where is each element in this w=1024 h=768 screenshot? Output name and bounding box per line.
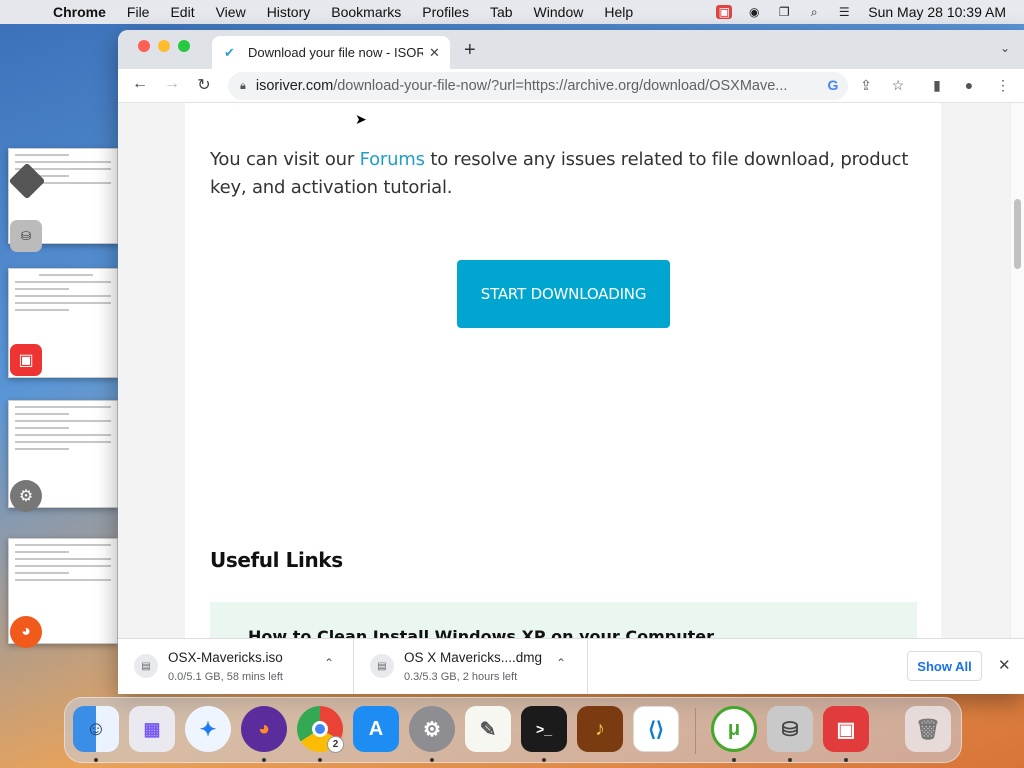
download-filename: OS X Mavericks....dmg (404, 650, 543, 665)
running-indicator (788, 758, 792, 762)
useful-links-heading: Useful Links (210, 548, 343, 572)
running-indicator (94, 758, 98, 762)
browser-toolbar: ← → ↻ 🔒︎ isoriver.com/download-your-file… (118, 69, 1024, 103)
parallels-status-icon[interactable]: ▣ (716, 5, 733, 19)
running-indicator (732, 758, 736, 762)
menu-profiles[interactable]: Profiles (422, 4, 469, 20)
vscode-dock-icon[interactable]: ⟨⟩ (633, 706, 679, 752)
garageband-dock-icon[interactable]: ♪ (577, 706, 623, 752)
url-path: /download-your-file-now/?url=https://arc… (333, 78, 788, 94)
control-center-icon[interactable]: ☰ (836, 5, 852, 19)
disk-utility-icon[interactable]: ⛁ (10, 220, 42, 252)
zoom-window-button[interactable] (178, 40, 190, 52)
download-filename: OSX-Mavericks.iso (168, 650, 283, 665)
dock-separator (695, 708, 696, 754)
google-translate-icon[interactable]: G (824, 77, 842, 93)
trash-dock-icon[interactable]: 🗑︎ (905, 706, 951, 752)
menu-tab[interactable]: Tab (490, 4, 513, 20)
forums-paragraph: You can visit our Forums to resolve any … (210, 146, 930, 202)
parallels-app-icon[interactable]: ▣ (10, 344, 42, 376)
forums-link[interactable]: Forums (360, 149, 425, 170)
file-icon: ▤ (370, 654, 394, 678)
running-indicator (262, 758, 266, 762)
useful-link-title[interactable]: How to Clean Install Windows XP on your … (248, 627, 714, 638)
new-tab-button[interactable]: + (464, 39, 476, 62)
dock: ☺ ▦ ✦ ◕ 2 A ⚙ ✎ >_ ♪ ⟨⟩ μ ⛁ ▣ 🗑︎ (64, 697, 962, 763)
launchpad-dock-icon[interactable]: ▦ (129, 706, 175, 752)
window-status-icon[interactable]: ❐ (776, 5, 792, 19)
page-viewport: You can visit our Forums to resolve any … (118, 103, 1024, 638)
useful-link-item[interactable]: How to Clean Install Windows XP on your … (210, 602, 917, 638)
minimize-window-button[interactable] (158, 40, 170, 52)
start-downloading-button[interactable]: START DOWNLOADING (457, 260, 670, 328)
wordpress-status-icon[interactable]: ◉ (746, 5, 762, 19)
utorrent-dock-icon[interactable]: μ (711, 706, 757, 752)
system-settings-icon[interactable]: ⚙ (10, 480, 42, 512)
para-text-before: You can visit our (210, 149, 360, 170)
chrome-menu-icon[interactable]: ⋮ (994, 77, 1012, 94)
menu-app-name[interactable]: Chrome (53, 4, 106, 20)
app-store-dock-icon[interactable]: A (353, 706, 399, 752)
share-icon[interactable]: ⇪ (857, 77, 875, 94)
active-tab[interactable]: ✔ Download your file now - ISORIVER ✕ (212, 36, 450, 69)
menu-bar: Chrome File Edit View History Bookmarks … (0, 0, 1024, 24)
spotlight-search-icon[interactable]: ⌕ (806, 5, 822, 19)
parallels-dock-icon[interactable]: ▣ (823, 706, 869, 752)
tab-title: Download your file now - ISORIVER (248, 45, 423, 60)
mouse-pointer-icon: ➤ (355, 111, 367, 127)
download-item[interactable]: ▤ OS X Mavericks....dmg 0.3/5.3 GB, 2 ho… (354, 639, 588, 694)
system-settings-dock-icon[interactable]: ⚙ (409, 706, 455, 752)
side-panel-icon[interactable]: ▮ (928, 77, 946, 94)
download-status: 0.0/5.1 GB, 58 mins left (168, 671, 283, 683)
site-favicon-icon: ✔ (224, 44, 235, 60)
running-indicator (430, 758, 434, 762)
profile-avatar-icon[interactable]: ● (960, 77, 978, 93)
content-card: You can visit our Forums to resolve any … (185, 103, 941, 638)
browser-window: ✔ Download your file now - ISORIVER ✕ + … (118, 30, 1024, 694)
chrome-badge: 2 (327, 736, 344, 753)
running-indicator (844, 758, 848, 762)
chrome-dock-icon[interactable]: 2 (297, 706, 344, 753)
boot-camp-assistant-dock-icon[interactable]: ⛁ (767, 706, 813, 752)
close-window-button[interactable] (138, 40, 150, 52)
menu-history[interactable]: History (267, 4, 311, 20)
tab-close-icon[interactable]: ✕ (429, 45, 440, 61)
firefox-app-icon[interactable]: ◕ (10, 616, 42, 648)
menubar-clock[interactable]: Sun May 28 10:39 AM (868, 4, 1006, 20)
address-url[interactable]: isoriver.com/download-your-file-now/?url… (256, 78, 811, 94)
menu-window[interactable]: Window (534, 4, 584, 20)
textedit-dock-icon[interactable]: ✎ (465, 706, 511, 752)
tab-search-chevron-icon[interactable]: ⌄ (1000, 41, 1010, 55)
terminal-dock-icon[interactable]: >_ (521, 706, 567, 752)
bookmark-star-icon[interactable]: ☆ (889, 77, 907, 94)
download-item[interactable]: ▤ OSX-Mavericks.iso 0.0/5.1 GB, 58 mins … (118, 639, 354, 694)
file-icon: ▤ (134, 654, 158, 678)
back-button[interactable]: ← (129, 75, 151, 93)
tab-bar: ✔ Download your file now - ISORIVER ✕ + … (118, 30, 1024, 69)
finder-dock-icon[interactable]: ☺ (73, 706, 119, 752)
url-host: isoriver.com (255, 78, 334, 94)
chevron-up-icon[interactable]: ⌃ (324, 656, 334, 670)
menu-view[interactable]: View (216, 4, 246, 20)
close-downloads-bar-icon[interactable]: ✕ (998, 656, 1011, 674)
menu-help[interactable]: Help (604, 4, 633, 20)
page-scrollbar[interactable] (1010, 103, 1024, 638)
forward-button[interactable]: → (161, 75, 183, 93)
address-bar[interactable]: 🔒︎ isoriver.com/download-your-file-now/?… (228, 72, 848, 100)
downloads-bar: ▤ OSX-Mavericks.iso 0.0/5.1 GB, 58 mins … (118, 638, 1024, 694)
download-status: 0.3/5.3 GB, 2 hours left (404, 671, 518, 683)
lock-icon[interactable]: 🔒︎ (240, 80, 246, 93)
running-indicator (542, 758, 546, 762)
scrollbar-thumb[interactable] (1014, 199, 1021, 269)
show-all-downloads-button[interactable]: Show All (907, 651, 982, 681)
firefox-dock-icon[interactable]: ◕ (241, 706, 287, 752)
menu-file[interactable]: File (127, 4, 150, 20)
chevron-up-icon[interactable]: ⌃ (556, 656, 566, 670)
menu-edit[interactable]: Edit (170, 4, 194, 20)
running-indicator (318, 758, 322, 762)
reload-button[interactable]: ↻ (193, 75, 215, 95)
safari-dock-icon[interactable]: ✦ (185, 706, 231, 752)
menu-bookmarks[interactable]: Bookmarks (331, 4, 401, 20)
